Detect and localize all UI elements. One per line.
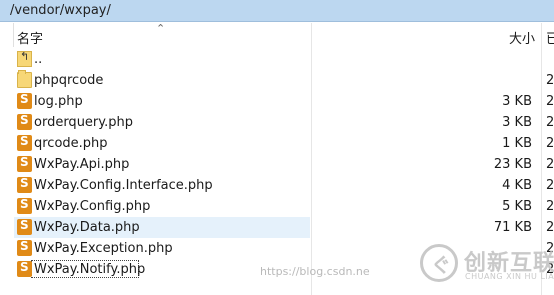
file-name: qrcode.php [34,136,108,151]
sort-ascending-icon[interactable]: ⌃ [156,22,165,35]
current-path: /vendor/wxpay/ [10,3,111,18]
file-name: WxPay.Config.php [34,199,151,214]
file-name: log.php [34,94,83,109]
file-name: .. [34,52,43,67]
php-file-icon: S [17,113,32,130]
logo-text-en: CHUANG XIN HU LIAN [465,272,554,281]
file-size: 3 KB [502,115,532,130]
file-name: orderquery.php [34,115,133,130]
list-item-parent[interactable]: ↰ .. [0,49,554,70]
file-size: 5 KB [502,199,532,214]
path-bar[interactable]: /vendor/wxpay/ [0,0,554,22]
list-item-hovered[interactable]: S WxPay.Data.php 71 KB 2 [0,217,554,238]
list-item[interactable]: S WxPay.Config.php 5 KB 2 [0,196,554,217]
php-file-icon: S [17,176,32,193]
list-item[interactable]: S log.php 3 KB 2 [0,91,554,112]
php-file-icon: S [17,260,32,277]
php-file-icon: S [17,92,32,109]
list-item[interactable]: S qrcode.php 1 KB 2 [0,133,554,154]
file-modified: 2 [546,178,554,193]
php-file-icon: S [17,239,32,256]
file-modified: 2 [546,94,554,109]
list-item[interactable]: S WxPay.Api.php 23 KB 2 [0,154,554,175]
parent-folder-icon: ↰ [17,50,32,67]
folder-icon [17,70,32,88]
logo-mark-icon: ぐ [420,244,458,282]
column-header-modified[interactable]: 已 [546,28,554,47]
file-modified: 2 [546,115,554,130]
column-divider[interactable] [13,23,14,47]
watermark-url: https://blog.csdn.ne [260,265,370,278]
file-size: 23 KB [493,157,532,172]
file-modified: 2 [546,136,554,151]
column-header-name[interactable]: 名字 [17,28,43,47]
php-file-icon: S [17,197,32,214]
column-header-size[interactable]: 大小 [505,28,535,47]
php-file-icon: S [17,218,32,235]
php-file-icon: S [17,155,32,172]
file-modified: 2 [546,73,554,88]
php-file-icon: S [17,134,32,151]
file-name: WxPay.Data.php [34,220,140,235]
file-name: phpqrcode [34,73,104,88]
file-modified: 2 [546,220,554,235]
file-name: WxPay.Api.php [34,157,130,172]
file-modified: 2 [546,157,554,172]
column-header: ⌃ 名字 大小 已 [0,22,554,47]
file-size: 71 KB [493,220,532,235]
brand-logo: ぐ 创新互联 CHUANG XIN HU LIAN [416,238,554,290]
list-item[interactable]: S orderquery.php 3 KB 2 [0,112,554,133]
list-item[interactable]: S WxPay.Config.Interface.php 4 KB 2 [0,175,554,196]
file-modified: 2 [546,199,554,214]
file-size: 3 KB [502,94,532,109]
file-name: WxPay.Notify.php [34,262,146,277]
file-name: WxPay.Config.Interface.php [34,178,213,193]
file-size: 1 KB [502,136,532,151]
file-name: WxPay.Exception.php [34,241,173,256]
file-size: 4 KB [502,178,532,193]
list-item[interactable]: phpqrcode 2 [0,70,554,91]
